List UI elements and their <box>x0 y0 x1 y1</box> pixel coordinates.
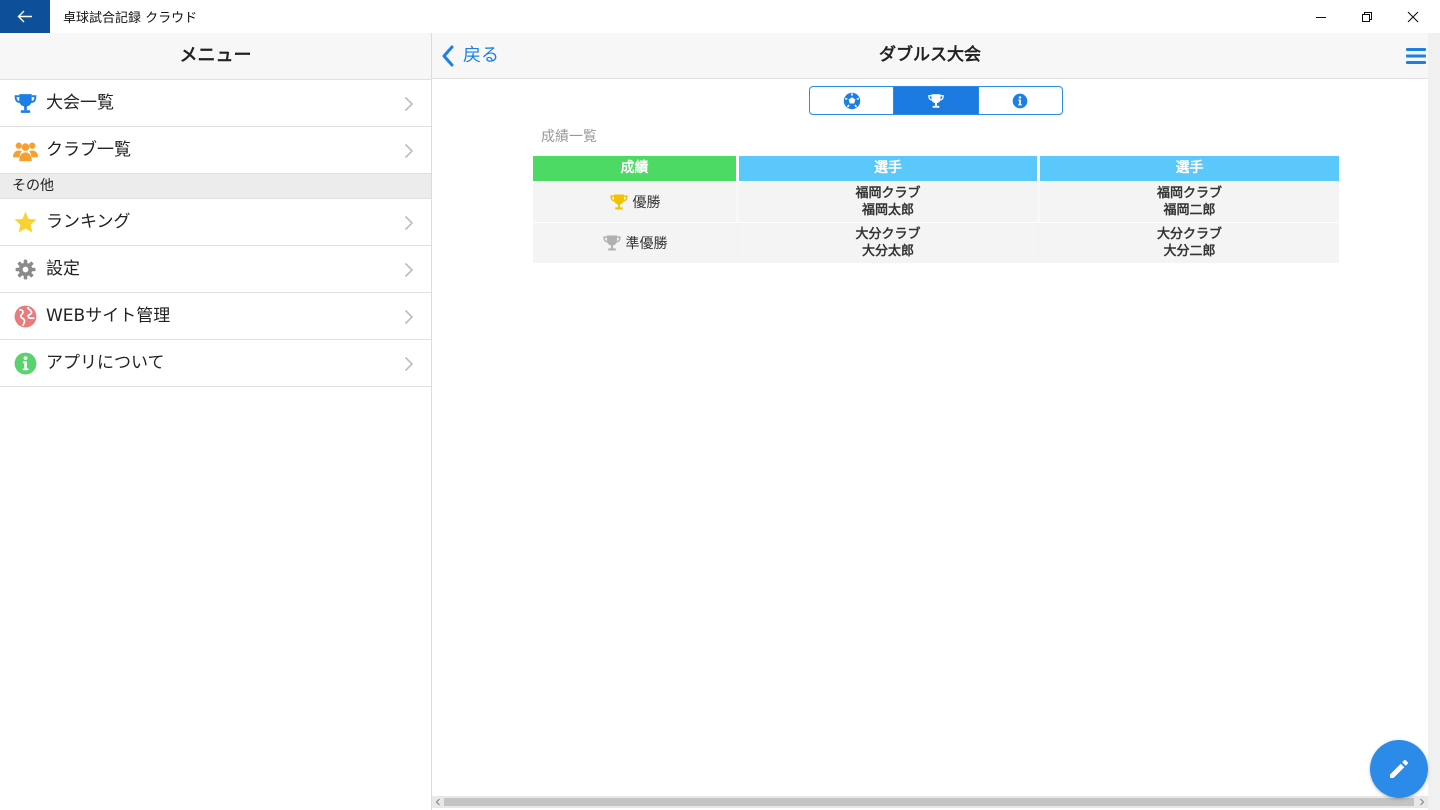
player-cell: 大分クラブ 大分太郎 <box>739 223 1037 263</box>
player-club: 福岡クラブ <box>1156 186 1222 201</box>
player-cell: 大分クラブ 大分二郎 <box>1040 223 1339 263</box>
menu-item-ranking[interactable]: ランキング <box>0 199 431 246</box>
chevron-right-icon <box>404 262 414 278</box>
column-header-rank: 成績 <box>533 156 736 181</box>
menu-item-label: 大会一覧 <box>46 93 114 113</box>
tab-matches[interactable] <box>810 87 895 114</box>
restore-button[interactable] <box>1344 0 1390 33</box>
trophy-icon <box>928 93 944 108</box>
horizontal-scrollbar[interactable] <box>432 796 1428 808</box>
rank-label: 優勝 <box>632 195 661 211</box>
menu-item-clubs[interactable]: クラブ一覧 <box>0 127 431 174</box>
player-name: 大分二郎 <box>1163 244 1216 259</box>
menu-item-label: WEBサイト管理 <box>46 306 171 326</box>
vertical-scrollbar[interactable] <box>1428 33 1440 810</box>
page-title: ダブルス大会 <box>879 45 981 65</box>
menu-item-about[interactable]: アプリについて <box>0 340 431 387</box>
rank-cell: 準優勝 <box>533 223 736 263</box>
window-back-button[interactable] <box>0 0 50 33</box>
info-icon <box>14 352 37 375</box>
tab-results[interactable] <box>894 87 979 114</box>
player-name: 福岡二郎 <box>1163 203 1216 218</box>
title-bar: 卓球試合記録 クラウド <box>0 0 1440 33</box>
star-icon <box>14 211 37 233</box>
column-header-player: 選手 <box>1040 156 1339 181</box>
results-section-label: 成績一覧 <box>541 129 597 145</box>
menu-item-settings[interactable]: 設定 <box>0 246 431 293</box>
info-icon <box>1012 93 1028 108</box>
scrollbar-thumb[interactable] <box>444 798 1414 806</box>
scroll-right-icon[interactable] <box>1418 798 1426 806</box>
tab-segment <box>809 86 1063 115</box>
menu-item-label: 設定 <box>46 259 80 279</box>
column-header-player: 選手 <box>739 156 1037 181</box>
close-icon <box>1407 11 1419 23</box>
menu-item-label: クラブ一覧 <box>46 140 131 160</box>
player-club: 福岡クラブ <box>855 186 921 201</box>
minimize-button[interactable] <box>1298 0 1344 33</box>
arrow-left-icon <box>17 10 32 23</box>
player-club: 大分クラブ <box>855 227 921 242</box>
hamburger-menu-icon[interactable] <box>1406 47 1426 65</box>
player-cell: 福岡クラブ 福岡太郎 <box>739 182 1037 222</box>
trophy-silver-icon <box>602 235 621 251</box>
pencil-icon <box>1390 760 1408 778</box>
menu-title: メニュー <box>0 33 431 80</box>
close-button[interactable] <box>1390 0 1436 33</box>
player-name: 大分太郎 <box>861 244 914 259</box>
back-label: 戻る <box>463 45 499 66</box>
player-cell: 福岡クラブ 福岡二郎 <box>1040 182 1339 222</box>
chevron-right-icon <box>404 356 414 372</box>
ball-icon <box>843 92 860 109</box>
window-title: 卓球試合記録 クラウド <box>63 11 198 26</box>
chevron-right-icon <box>404 215 414 231</box>
scroll-left-icon[interactable] <box>434 798 442 806</box>
detail-pane: 戻る ダブルス大会 成績一覧 成績 選手 選手 優勝 福岡クラブ 福岡太郎 福岡… <box>432 33 1428 810</box>
table-row[interactable]: 優勝 福岡クラブ 福岡太郎 福岡クラブ 福岡二郎 <box>533 182 1339 222</box>
menu-pane: メニュー 大会一覧 クラブ一覧 その他 ランキング 設定 WEBサイト管理 アプ… <box>0 33 432 810</box>
gear-icon <box>15 259 36 280</box>
rank-label: 準優勝 <box>625 236 668 252</box>
player-name: 福岡太郎 <box>861 203 914 218</box>
restore-icon <box>1362 12 1372 22</box>
rank-cell: 優勝 <box>533 182 736 222</box>
tab-info[interactable] <box>979 87 1062 114</box>
minimize-icon <box>1316 17 1326 18</box>
menu-item-label: アプリについて <box>46 353 165 373</box>
chevron-right-icon <box>404 143 414 159</box>
player-club: 大分クラブ <box>1156 227 1222 242</box>
table-header: 成績 選手 選手 <box>533 156 1339 181</box>
globe-icon <box>14 305 37 328</box>
chevron-left-icon <box>442 45 454 67</box>
edit-fab-button[interactable] <box>1370 740 1428 798</box>
detail-header: 戻る ダブルス大会 <box>432 33 1428 79</box>
chevron-right-icon <box>404 96 414 112</box>
chevron-right-icon <box>404 309 414 325</box>
menu-item-tournaments[interactable]: 大会一覧 <box>0 80 431 127</box>
menu-item-website[interactable]: WEBサイト管理 <box>0 293 431 340</box>
group-icon <box>13 142 38 162</box>
section-header-other: その他 <box>0 174 431 199</box>
table-row[interactable]: 準優勝 大分クラブ 大分太郎 大分クラブ 大分二郎 <box>533 223 1339 263</box>
results-table: 成績 選手 選手 優勝 福岡クラブ 福岡太郎 福岡クラブ 福岡二郎 準優勝 大分… <box>533 156 1339 263</box>
menu-item-label: ランキング <box>46 212 131 232</box>
trophy-icon <box>14 94 37 113</box>
trophy-gold-icon <box>609 194 628 210</box>
